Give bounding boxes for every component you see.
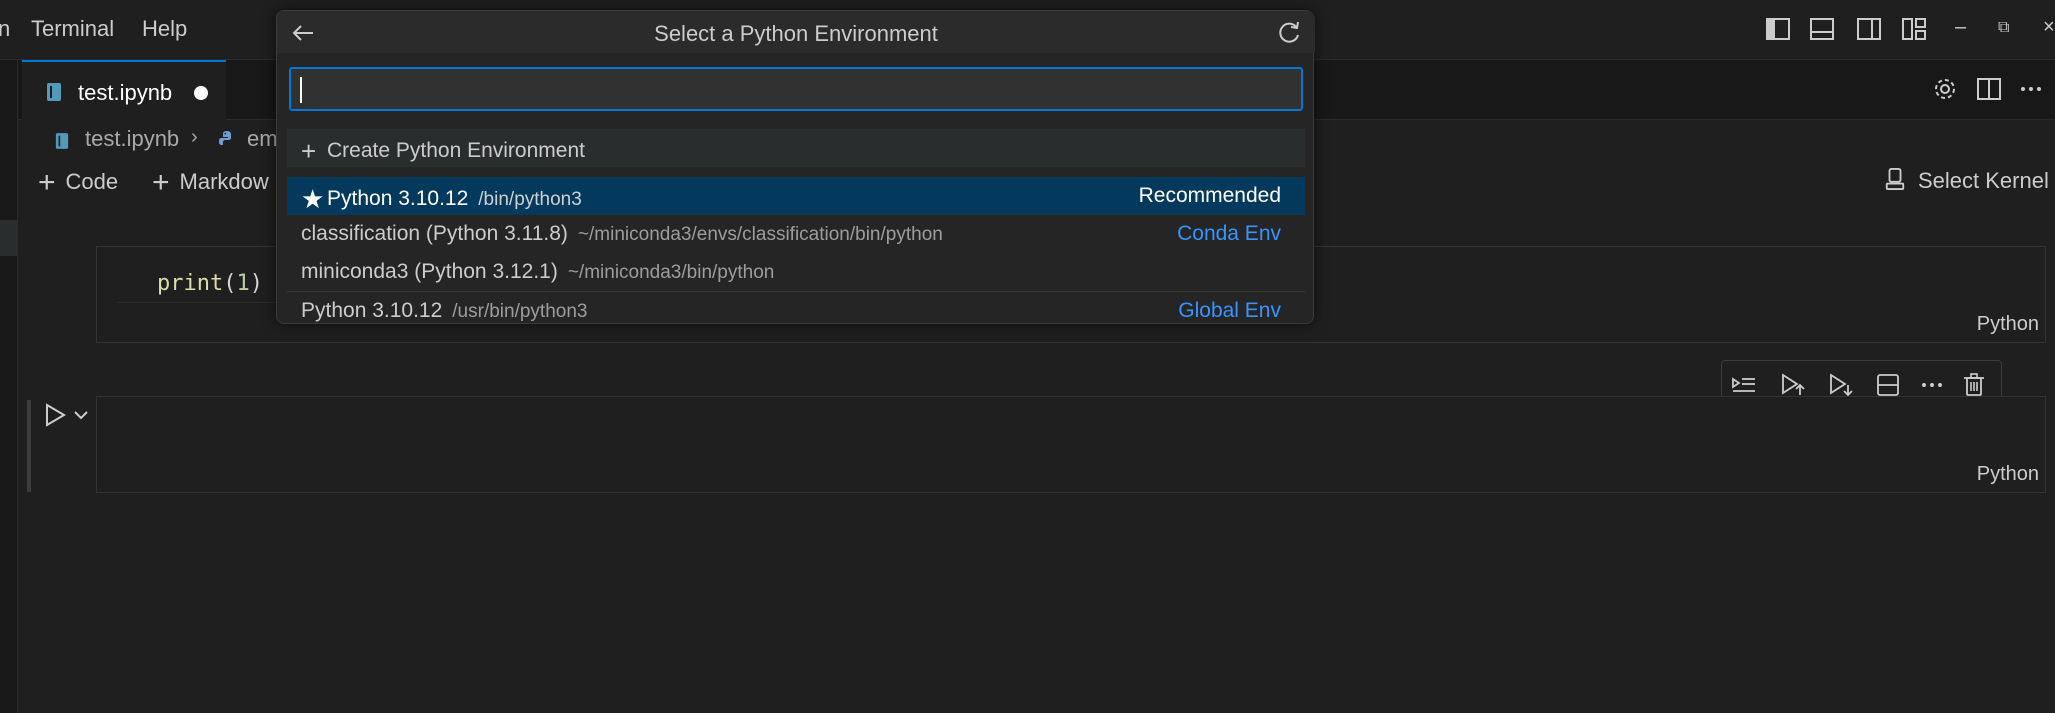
toggle-primary-sidebar-icon[interactable]: [1763, 14, 1793, 44]
plus-icon: +: [301, 136, 317, 166]
customize-layout-icon[interactable]: [1899, 14, 1929, 44]
select-kernel-label: Select Kernel: [1918, 168, 2049, 193]
chevron-down-icon[interactable]: [72, 406, 90, 424]
more-cell-actions-icon[interactable]: [1918, 371, 1946, 399]
kernel-icon: [1884, 166, 1906, 198]
environment-option-miniconda3[interactable]: miniconda3 (Python 3.12.1) ~/miniconda3/b…: [287, 253, 1305, 291]
cell-code[interactable]: print(1): [157, 271, 263, 296]
option-badge: Conda Env: [1177, 222, 1281, 245]
run-cell-icon[interactable]: [42, 402, 68, 428]
split-editor-icon[interactable]: [1974, 74, 2004, 104]
code-function: print: [157, 271, 224, 296]
more-actions-icon[interactable]: [2016, 74, 2046, 104]
cell-language-label[interactable]: Python: [1977, 463, 2039, 486]
code-paren-open: (: [223, 271, 237, 296]
option-badge: Global Env: [1178, 299, 1281, 322]
star-icon: ★: [301, 184, 325, 214]
breadcrumb-item-symbol[interactable]: em: [247, 126, 278, 152]
menu-item-terminal[interactable]: Terminal: [31, 16, 114, 42]
refresh-icon[interactable]: [1275, 19, 1303, 47]
close-window-icon[interactable]: ×: [2043, 16, 2055, 39]
option-label: Create Python Environment: [327, 139, 585, 162]
unsaved-dot-icon[interactable]: [194, 86, 208, 100]
delete-cell-icon[interactable]: [1960, 371, 1988, 399]
toggle-secondary-sidebar-icon[interactable]: [1854, 14, 1884, 44]
cell-language-label[interactable]: Python: [1977, 313, 2039, 336]
select-kernel-button[interactable]: Select Kernel: [1884, 166, 2049, 198]
run-below-icon[interactable]: [1826, 371, 1854, 399]
add-code-cell-button[interactable]: + Code: [38, 166, 118, 200]
python-environment-quick-pick: Select a Python Environment + Create Pyth…: [276, 10, 1315, 324]
option-label: miniconda3 (Python 3.12.1): [301, 260, 558, 283]
notebook-file-icon: [55, 130, 69, 156]
activity-indicator: [0, 220, 18, 256]
menu-item-help[interactable]: Help: [142, 16, 187, 42]
run-above-icon[interactable]: [1778, 371, 1806, 399]
text-caret: [300, 77, 302, 103]
plus-icon: +: [152, 166, 170, 199]
notebook-file-icon: [46, 82, 62, 102]
option-badge: Recommended: [1138, 184, 1281, 207]
plus-icon: +: [38, 166, 56, 199]
restore-icon[interactable]: ⧉: [1998, 19, 2009, 37]
environment-option-classification[interactable]: classification (Python 3.11.8) ~/minicond…: [287, 215, 1305, 253]
option-label: classification (Python 3.11.8): [301, 222, 568, 245]
create-environment-option[interactable]: + Create Python Environment: [287, 129, 1305, 167]
option-label: Python 3.10.12: [327, 187, 469, 210]
tab-label: test.ipynb: [78, 80, 173, 105]
code-paren-close: ): [249, 271, 263, 296]
option-path: /bin/python3: [478, 189, 582, 210]
option-path: /usr/bin/python3: [452, 301, 588, 322]
toggle-panel-icon[interactable]: [1807, 14, 1837, 44]
option-path: ~/miniconda3/bin/python: [567, 262, 775, 283]
breadcrumb-separator-icon: ›: [191, 126, 198, 148]
minimize-icon[interactable]: –: [1955, 16, 1966, 39]
environment-option-recommended[interactable]: ★ Python 3.10.12/bin/python3 Recommended: [287, 177, 1305, 215]
option-path: ~/miniconda3/envs/classification/bin/pyt…: [577, 224, 943, 245]
add-code-label: Code: [65, 169, 119, 194]
split-cell-icon[interactable]: [1874, 371, 1902, 399]
breadcrumb-item-file[interactable]: test.ipynb: [85, 126, 179, 152]
quick-pick-header: Select a Python Environment: [277, 11, 1315, 53]
python-icon: [217, 129, 237, 155]
add-markdown-label: Markdow: [179, 169, 269, 194]
environment-search-input[interactable]: [289, 67, 1303, 111]
menu-item-partial[interactable]: n: [0, 16, 10, 42]
environment-option-global[interactable]: Python 3.10.12/usr/bin/python3 Global En…: [287, 291, 1305, 329]
option-label: Python 3.10.12: [301, 299, 443, 322]
run-by-line-icon[interactable]: [1730, 371, 1758, 399]
code-cell-2[interactable]: Python: [96, 396, 2046, 493]
gear-icon[interactable]: [1930, 74, 1960, 104]
tab-test-ipynb[interactable]: test.ipynb: [22, 60, 226, 120]
code-argument: 1: [236, 271, 250, 296]
activity-bar: [0, 60, 18, 713]
cell-focus-indicator: [27, 400, 31, 492]
add-markdown-cell-button[interactable]: + Markdow: [152, 166, 269, 200]
quick-pick-title: Select a Python Environment: [654, 21, 938, 46]
